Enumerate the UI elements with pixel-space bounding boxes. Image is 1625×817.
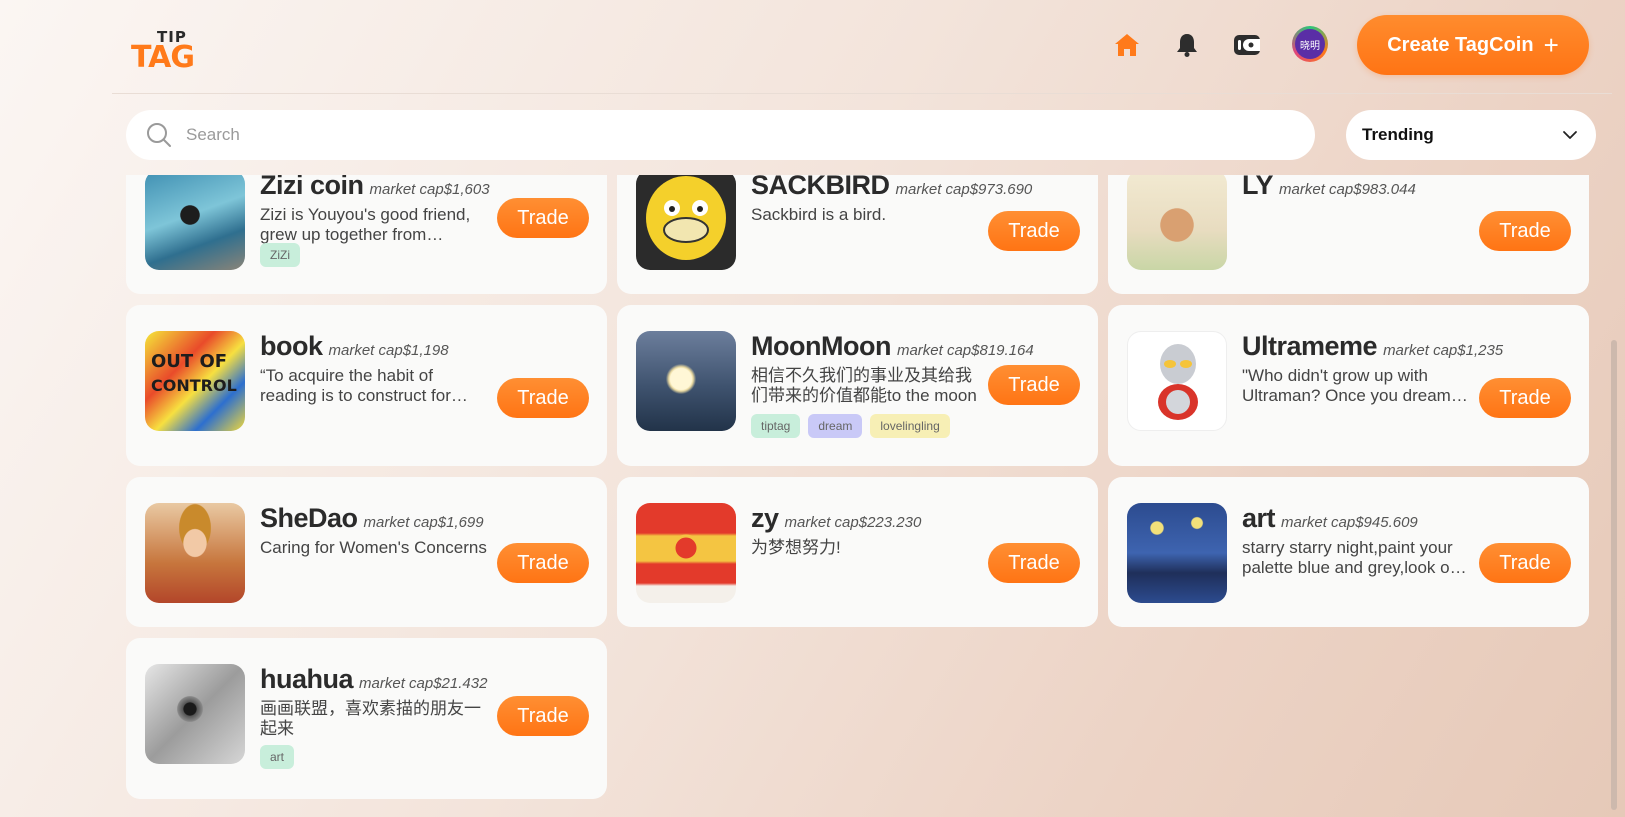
tag-list: ZiZi [260,243,300,267]
wallet-icon[interactable] [1232,30,1262,60]
trade-button[interactable]: Trade [497,543,589,583]
coin-image [636,503,736,603]
tag-chip[interactable]: art [260,745,295,769]
tag-list: art [260,745,295,769]
market-cap: market cap$945.609 [1281,514,1418,531]
trade-button[interactable]: Trade [988,543,1080,583]
coin-name: art market cap$945.609 [1242,503,1418,533]
market-cap: market cap$973.690 [895,181,1033,198]
tagcoin-card-moonmoon[interactable]: MoonMoon market cap$819.164 相信不久我们的事业及其给我… [617,305,1098,466]
coin-description: starry starry night,paint your palette b… [1242,538,1464,577]
tagcoin-card-sackbird[interactable]: SACKBIRD market cap$973.690 Sackbird is a… [617,175,1098,294]
market-cap: market cap$21.432 [359,675,488,692]
coin-image [145,175,245,270]
tagcoin-card-huahua[interactable]: huahua market cap$21.432 画画联盟，喜欢素描的朋友一起来 … [126,638,607,799]
coin-name: SACKBIRD market cap$973.690 [751,175,1033,200]
tagcoin-grid: Zizi coin market cap$1,603 Zizi is Youyou… [0,175,1625,817]
trade-button[interactable]: Trade [1479,378,1571,418]
coin-description: “To acquire the habit of reading is to c… [260,366,451,405]
coin-description: Sackbird is a bird. [751,205,887,224]
page-scrollbar[interactable] [1611,340,1617,810]
market-cap: market cap$1,699 [363,514,484,531]
coin-name: huahua market cap$21.432 [260,664,488,694]
coin-image: OUT OF CONTROL [145,331,245,431]
coin-name: MoonMoon market cap$819.164 [751,331,1034,361]
tiptag-logo[interactable]: TIP TAG [131,28,195,75]
bell-icon[interactable] [1172,30,1202,60]
tag-chip[interactable]: tiptag [751,414,801,438]
coin-description: 相信不久我们的事业及其给我们带来的价值都能to the moon [751,366,977,405]
create-tagcoin-label: Create TagCoin [1387,33,1534,56]
coin-image [1127,503,1227,603]
coin-name: SheDao market cap$1,699 [260,503,484,533]
coin-name: zy market cap$223.230 [751,503,922,533]
search-input[interactable] [186,125,1186,145]
trade-button[interactable]: Trade [497,696,589,736]
header-divider [112,93,1612,94]
coin-name: Ultrameme market cap$1,235 [1242,331,1504,361]
tagcoin-card-book[interactable]: OUT OF CONTROL book market cap$1,198 “To a… [126,305,607,466]
trade-button[interactable]: Trade [988,211,1080,251]
tag-chip[interactable]: dream [808,414,863,438]
tagcoin-card-art[interactable]: art market cap$945.609 starry starry nigh… [1108,477,1589,627]
tagcoin-card-zizi[interactable]: Zizi coin market cap$1,603 Zizi is Youyou… [126,175,607,294]
market-cap: market cap$223.230 [784,514,922,531]
create-tagcoin-button[interactable]: Create TagCoin + [1357,15,1589,75]
sort-selected-value: Trending [1362,125,1434,144]
search-bar[interactable] [126,110,1315,160]
user-avatar[interactable]: 晓明 [1292,26,1328,62]
coin-name: Zizi coin market cap$1,603 [260,175,490,200]
avatar-initials: 晓明 [1295,29,1325,59]
market-cap: market cap$819.164 [896,342,1034,359]
logo-tag-text: TAG [131,40,195,75]
trade-button[interactable]: Trade [497,378,589,418]
home-icon[interactable] [1112,30,1142,60]
coin-description: Caring for Women's Concerns [260,538,487,557]
coin-description: "Who didn't grow up with Ultraman? Once … [1242,366,1469,405]
coin-description: Zizi is Youyou's good friend, grew up to… [260,205,471,244]
coin-image [145,664,245,764]
tag-chip[interactable]: lovelingling [870,414,950,438]
coin-name: LY market cap$983.044 [1242,175,1416,200]
trade-button[interactable]: Trade [1479,543,1571,583]
market-cap: market cap$983.044 [1279,181,1416,198]
market-cap: market cap$1,198 [328,342,449,359]
svg-text:OUT OF: OUT OF [151,351,227,372]
coin-image [636,331,736,431]
coin-image [145,503,245,603]
coin-image [1127,331,1227,431]
search-icon [147,123,171,147]
sort-dropdown[interactable]: Trending [1346,110,1596,160]
coin-description: 为梦想努力! [751,538,841,557]
chevron-down-icon [1563,131,1577,139]
coin-description: 画画联盟，喜欢素描的朋友一起来 [260,699,481,738]
market-cap: market cap$1,603 [369,181,490,198]
tagcoin-card-ultrameme[interactable]: Ultrameme market cap$1,235 "Who didn't gr… [1108,305,1589,466]
coin-name: book market cap$1,198 [260,331,449,361]
tagcoin-card-zy[interactable]: zy market cap$223.230 为梦想努力! Trade [617,477,1098,627]
tagcoin-card-shedao[interactable]: SheDao market cap$1,699 Caring for Women'… [126,477,607,627]
trade-button[interactable]: Trade [1479,211,1571,251]
coin-image [636,175,736,270]
market-cap: market cap$1,235 [1383,342,1504,359]
svg-text:CONTROL: CONTROL [151,376,237,395]
trade-button[interactable]: Trade [988,365,1080,405]
tag-chip[interactable]: ZiZi [260,243,300,267]
coin-image [1127,175,1227,270]
tag-list: tiptag dream lovelingling [751,414,950,438]
trade-button[interactable]: Trade [497,198,589,238]
top-header: TIP TAG 晓明 Create TagCoin + [0,0,1625,92]
tagcoin-card-ly[interactable]: LY market cap$983.044 Trade [1108,175,1589,294]
plus-icon: + [1543,30,1559,60]
